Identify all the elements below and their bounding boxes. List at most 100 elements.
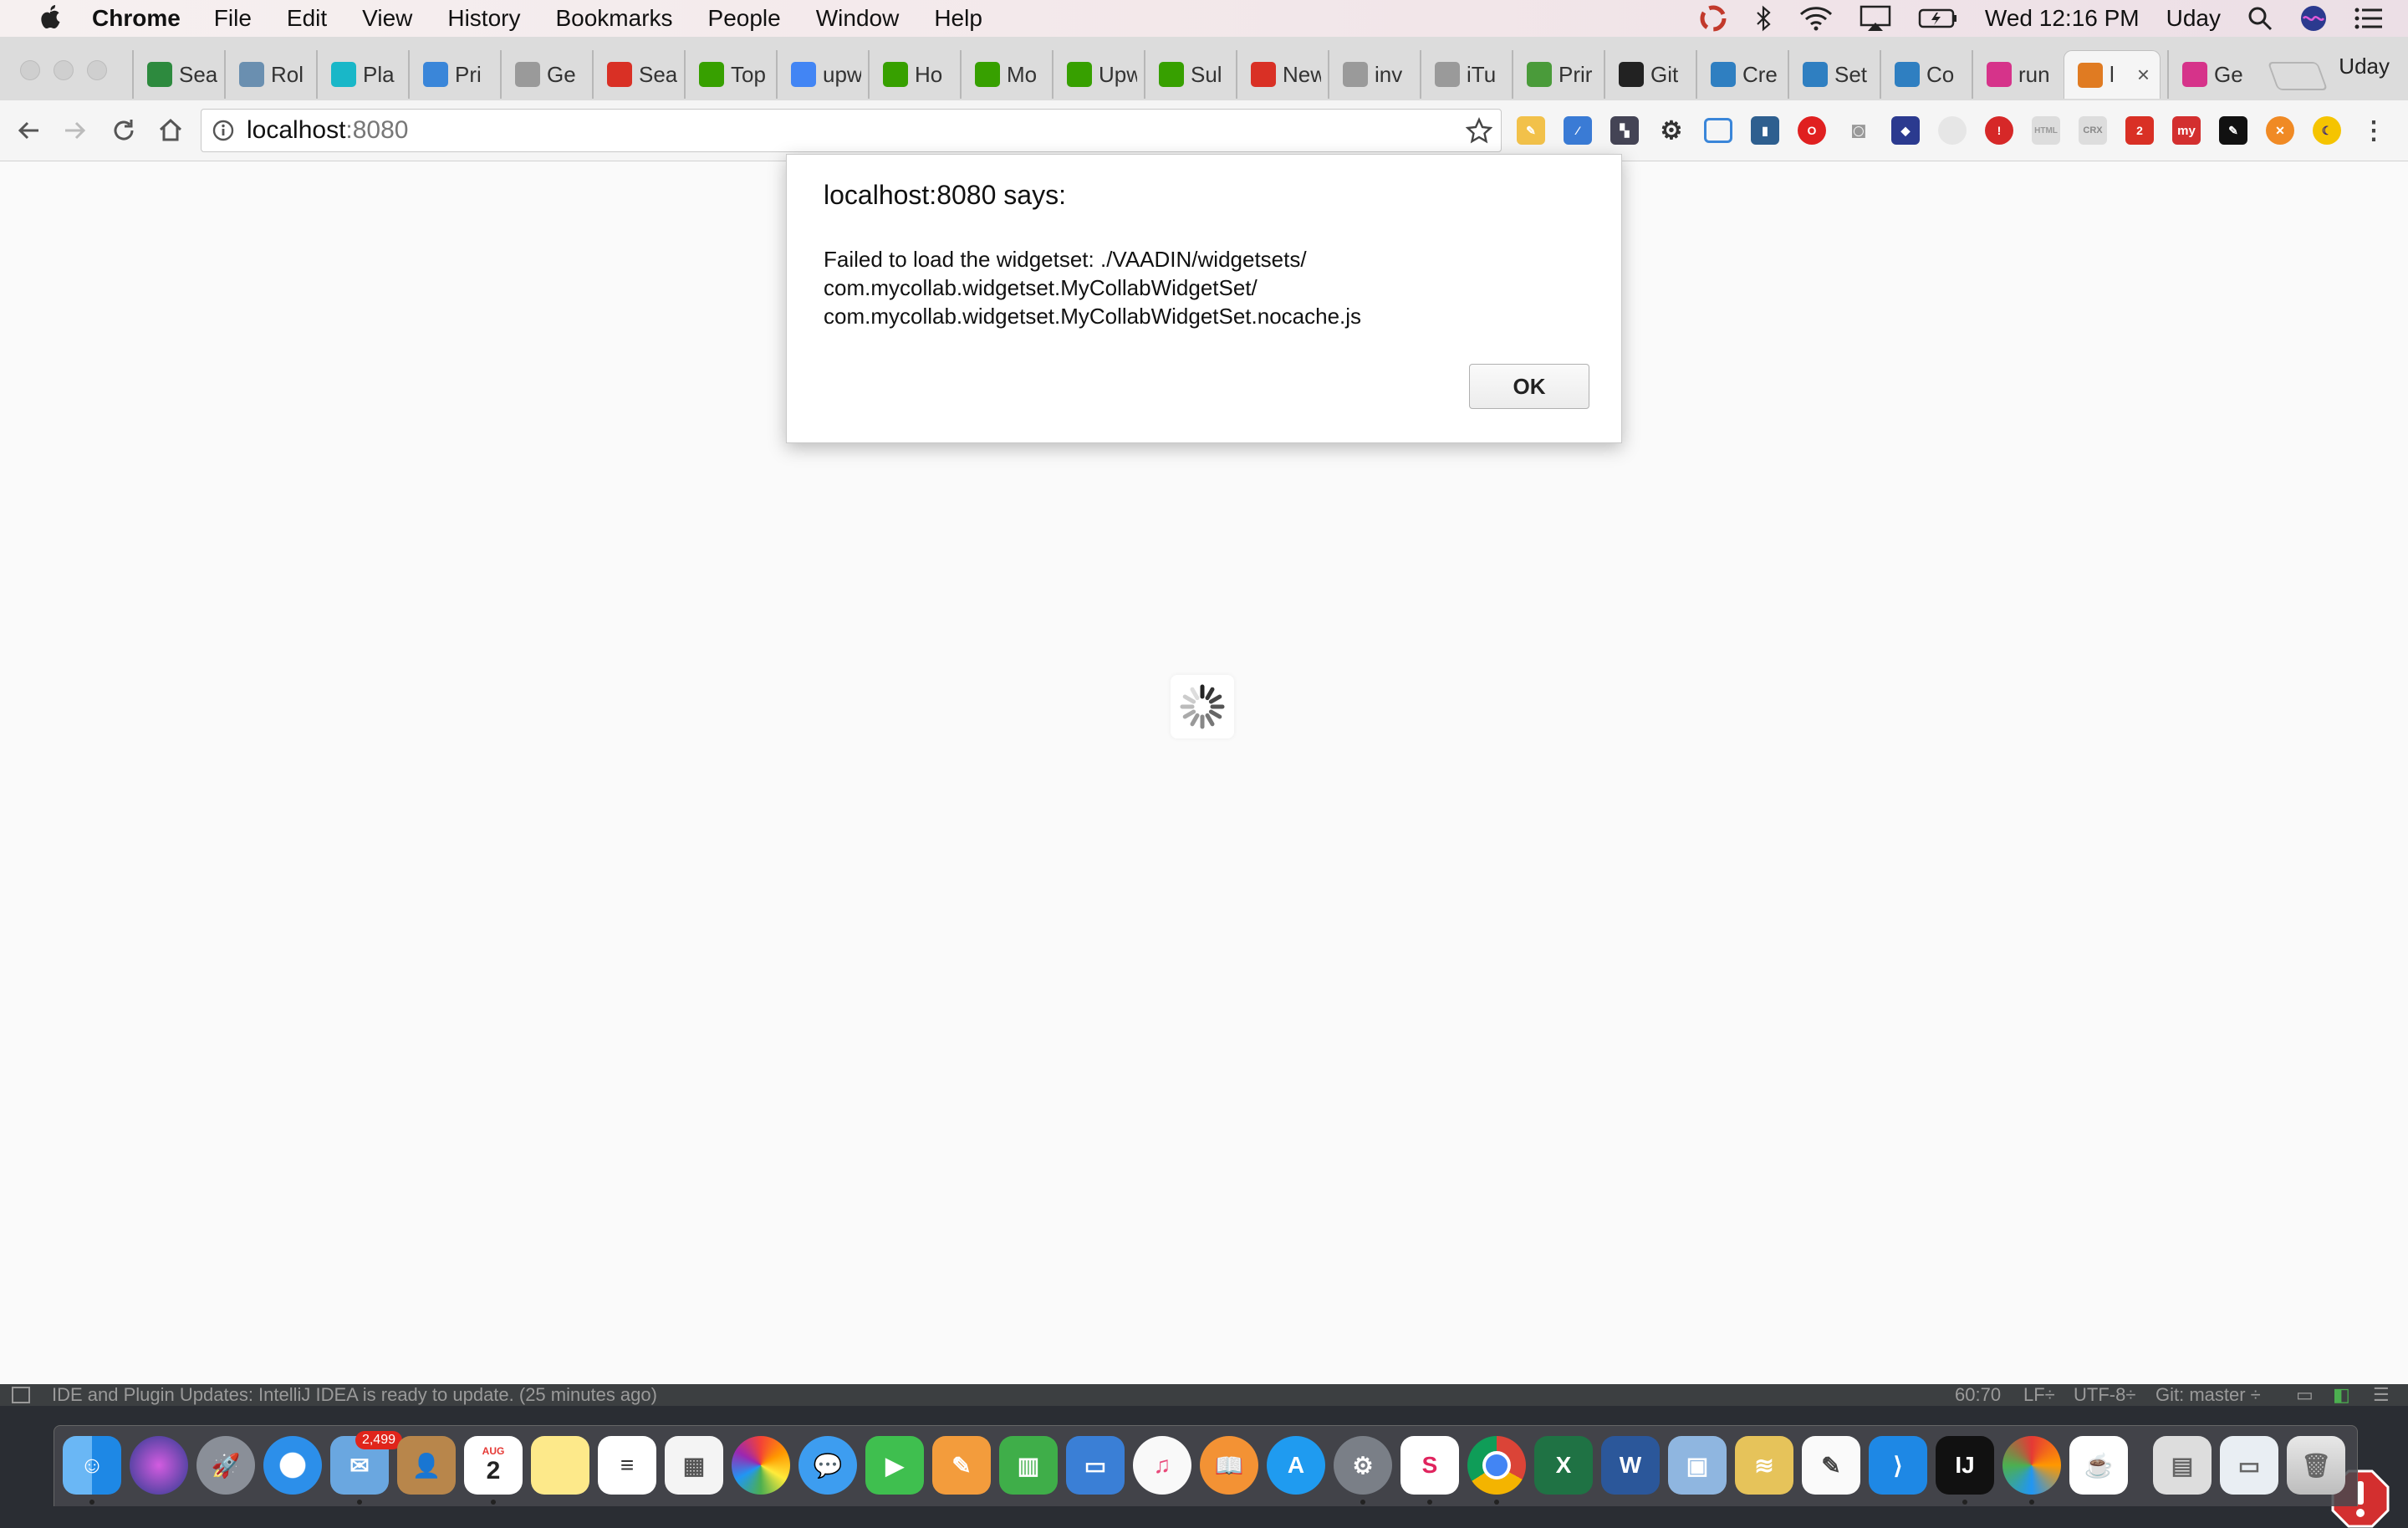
git-branch[interactable]: Git: master ÷ <box>2155 1384 2261 1406</box>
airplay-icon[interactable] <box>1860 5 1891 32</box>
notes-icon[interactable] <box>531 1436 589 1495</box>
menu-people[interactable]: People <box>708 5 781 32</box>
browser-tab[interactable]: l × <box>2064 50 2161 99</box>
app-store-icon[interactable]: A <box>1267 1436 1325 1495</box>
browser-tab[interactable]: run <box>1972 50 2057 99</box>
window-minimize-button[interactable] <box>54 60 74 80</box>
vscode-icon[interactable]: ⟩ <box>1869 1436 1927 1495</box>
panel-toggle-icon[interactable] <box>12 1387 30 1403</box>
word-icon[interactable]: W <box>1601 1436 1660 1495</box>
back-button[interactable] <box>12 114 45 147</box>
textedit-icon[interactable]: ✎ <box>1802 1436 1860 1495</box>
close-tab-icon[interactable]: × <box>2137 62 2150 88</box>
browser-tab[interactable]: Set <box>1788 50 1873 99</box>
browser-tab[interactable]: Pri <box>408 50 493 99</box>
browser-tab[interactable]: New <box>1236 50 1321 99</box>
photos-icon[interactable] <box>732 1436 790 1495</box>
editor-extension-icon[interactable]: ✎ <box>2219 116 2247 145</box>
browser-tab[interactable]: Rol <box>224 50 309 99</box>
menu-view[interactable]: View <box>362 5 412 32</box>
messages-icon[interactable]: 💬 <box>798 1436 857 1495</box>
gear-extension-icon[interactable]: ⚙ <box>1657 116 1686 145</box>
browser-tab[interactable]: Top <box>684 50 769 99</box>
browser-tab[interactable]: Upw <box>1052 50 1137 99</box>
orange-extension-icon[interactable]: ✕ <box>2266 116 2294 145</box>
siri-icon[interactable] <box>2299 4 2328 33</box>
window-close-button[interactable] <box>20 60 40 80</box>
error-extension-icon[interactable]: ! <box>1985 116 2013 145</box>
trash-icon[interactable]: 🗑 <box>2287 1436 2345 1495</box>
reminders-icon[interactable]: ≡ <box>598 1436 656 1495</box>
tablet-extension-icon[interactable]: ▮ <box>1751 116 1779 145</box>
caret-position[interactable]: 60:70 <box>1955 1384 2001 1406</box>
excel-icon[interactable]: X <box>1534 1436 1593 1495</box>
calendar-icon[interactable]: AUG 2 <box>464 1436 523 1495</box>
pixel-ruler-extension-icon[interactable]: ▚ <box>1610 116 1639 145</box>
file-encoding[interactable]: UTF-8÷ <box>2074 1384 2135 1406</box>
browser-tab[interactable]: Pla <box>316 50 401 99</box>
browser-tab[interactable]: upw <box>776 50 861 99</box>
calendar-extension-icon[interactable]: 2 <box>2125 116 2154 145</box>
mail-icon[interactable]: ✉ 2,499 <box>330 1431 402 1495</box>
preview-icon[interactable]: ▣ <box>1668 1436 1727 1495</box>
html-extension-icon[interactable]: HTML <box>2032 116 2060 145</box>
reload-button[interactable] <box>107 114 140 147</box>
line-separator[interactable]: LF÷ <box>2023 1384 2055 1406</box>
itunes-icon[interactable]: ♫ <box>1133 1436 1191 1495</box>
profile-button[interactable]: Uday <box>2339 54 2390 79</box>
new-tab-button[interactable] <box>2267 62 2329 90</box>
event-log-icon[interactable]: ☰ <box>2373 1384 2390 1406</box>
numbers-icon[interactable]: ▥ <box>999 1436 1058 1495</box>
eyedropper-extension-icon[interactable]: ⁄ <box>1564 116 1592 145</box>
wifi-icon[interactable] <box>1799 6 1833 31</box>
wappalyzer-extension-icon[interactable]: ◆ <box>1891 116 1920 145</box>
documents-stack-icon[interactable]: ▤ <box>2153 1436 2212 1495</box>
browser-tab[interactable]: Ge <box>500 50 585 99</box>
menu-dots-icon[interactable]: ⋮ <box>2360 116 2388 145</box>
clock[interactable]: Wed 12:16 PM <box>1985 5 2140 32</box>
browser-tab[interactable]: inv <box>1328 50 1413 99</box>
inspection-icon[interactable]: ◧ <box>2333 1384 2350 1406</box>
browser-tab[interactable]: Git <box>1604 50 1689 99</box>
system-preferences-icon[interactable]: ⚙ <box>1334 1436 1392 1495</box>
browser-tab[interactable]: Prir <box>1512 50 1597 99</box>
user-name[interactable]: Uday <box>2166 5 2221 32</box>
screen-capture-extension-icon[interactable] <box>1704 118 1732 143</box>
pages-icon[interactable]: ✎ <box>932 1436 991 1495</box>
pinwheel-app-icon[interactable] <box>2002 1436 2061 1495</box>
menu-window[interactable]: Window <box>816 5 900 32</box>
menu-file[interactable]: File <box>214 5 252 32</box>
browser-tab[interactable]: Ge <box>2167 50 2252 99</box>
ok-button[interactable]: OK <box>1469 364 1589 409</box>
crx-extension-icon[interactable]: CRX <box>2079 116 2107 145</box>
intellij-icon[interactable]: IJ <box>1936 1436 1994 1495</box>
spotlight-search-icon[interactable] <box>2247 6 2273 31</box>
menu-app-chrome[interactable]: Chrome <box>92 5 181 32</box>
battery-icon[interactable] <box>1918 8 1958 29</box>
slack-icon[interactable]: S <box>1400 1436 1459 1495</box>
ide-update-message[interactable]: IDE and Plugin Updates: IntelliJ IDEA is… <box>52 1384 657 1406</box>
menu-history[interactable]: History <box>447 5 520 32</box>
browser-tab[interactable]: Sea <box>132 50 217 99</box>
pinwheel-status-icon[interactable] <box>1699 4 1727 33</box>
browser-tab[interactable]: Sul <box>1144 50 1229 99</box>
menu-edit[interactable]: Edit <box>287 5 327 32</box>
maps-preview-icon[interactable]: ▦ <box>665 1436 723 1495</box>
safari-icon[interactable] <box>263 1436 322 1495</box>
browser-tab[interactable]: Co <box>1880 50 1965 99</box>
siri-icon[interactable] <box>130 1436 188 1495</box>
browser-tab[interactable]: Cre <box>1696 50 1781 99</box>
browser-tab[interactable]: Mo <box>960 50 1045 99</box>
browser-tab[interactable]: iTu <box>1420 50 1505 99</box>
moon-extension-icon[interactable]: ☾ <box>2313 116 2341 145</box>
facetime-icon[interactable]: ▶ <box>865 1436 924 1495</box>
opera-extension-icon[interactable]: O <box>1798 116 1826 145</box>
notification-center-icon[interactable] <box>2354 7 2383 30</box>
browser-tab[interactable]: Ho <box>868 50 953 99</box>
pencil-ruler-extension-icon[interactable]: ✎ <box>1517 116 1545 145</box>
menu-help[interactable]: Help <box>934 5 982 32</box>
chrome-icon[interactable] <box>1467 1436 1526 1495</box>
browser-tab[interactable]: Sea <box>592 50 677 99</box>
finder-icon[interactable]: ☺ <box>63 1436 121 1495</box>
forward-button[interactable] <box>59 114 92 147</box>
